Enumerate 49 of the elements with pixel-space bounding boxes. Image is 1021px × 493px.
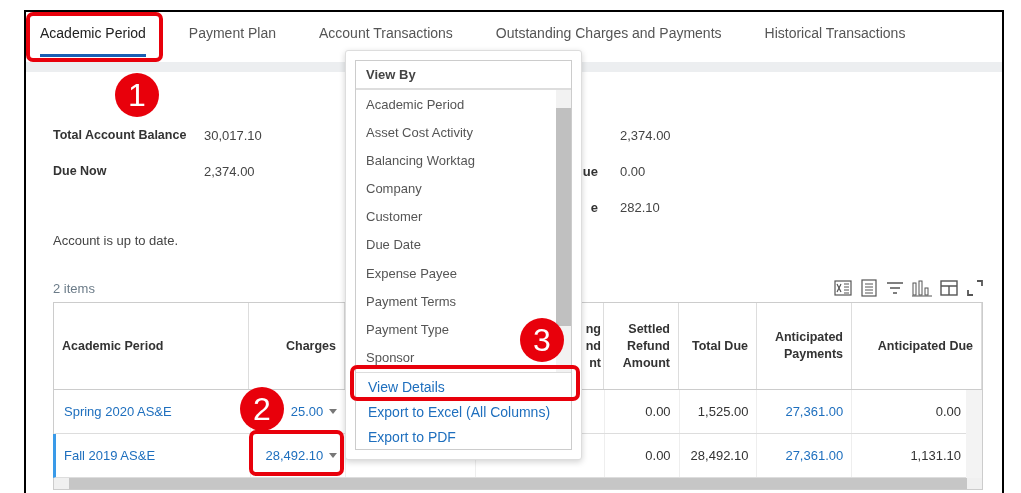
summary-value: 0.00 xyxy=(620,163,646,179)
item-count: 2 items xyxy=(53,280,95,296)
column-header: Settled Refund Amount xyxy=(622,320,670,372)
menu-item[interactable]: Company xyxy=(366,175,422,204)
table-cell: 1,131.10 xyxy=(910,448,961,463)
column-header: Anticipated Due xyxy=(877,337,973,355)
menu-item[interactable]: Asset Cost Activity xyxy=(366,119,473,148)
table-cell: 28,492.10 xyxy=(690,448,749,463)
menu-header: View By xyxy=(356,61,571,90)
summary-label: Due Now xyxy=(53,164,107,178)
menu-item[interactable]: Academic Period xyxy=(366,91,465,120)
menu-item[interactable]: Expense Payee xyxy=(366,259,458,288)
menu-item[interactable]: Payment Terms xyxy=(366,287,457,316)
tab[interactable]: Payment Plan xyxy=(188,12,276,57)
menu-item[interactable]: Payment Type xyxy=(366,315,449,344)
period-link[interactable]: Spring 2020 AS&E xyxy=(64,404,172,419)
charges-link[interactable]: 25.00 xyxy=(290,404,324,419)
menu-item[interactable]: Due Date xyxy=(366,231,421,260)
step-marker: 2 xyxy=(240,387,284,431)
summary-label: ue xyxy=(581,163,599,179)
menu-item[interactable]: Customer xyxy=(366,203,423,232)
step-marker: 1 xyxy=(115,73,159,117)
table-cell: 1,525.00 xyxy=(697,404,749,419)
charges-link[interactable]: 28,492.10 xyxy=(265,448,324,463)
tab[interactable]: Account Transactions xyxy=(319,12,453,57)
menu-action-link[interactable]: Export to Excel (All Columns) xyxy=(368,400,551,425)
summary-label: Total Account Balance xyxy=(53,128,187,142)
tab[interactable]: Outstanding Charges and Payments xyxy=(495,12,722,57)
tab[interactable]: Historical Transactions xyxy=(764,12,906,57)
summary-label: e xyxy=(589,199,599,215)
column-header: Total Due xyxy=(691,337,748,355)
table-cell: 0.00 xyxy=(935,404,961,419)
table-cell: 0.00 xyxy=(645,448,671,463)
payments-link[interactable]: 27,361.00 xyxy=(785,404,844,419)
summary-value: 30,017.10 xyxy=(204,127,262,143)
column-header: Charges xyxy=(285,337,336,355)
period-link[interactable]: Fall 2019 AS&E xyxy=(64,448,156,463)
summary-value: 282.10 xyxy=(620,199,660,215)
table-cell: 0.00 xyxy=(645,404,671,419)
summary-value: 2,374.00 xyxy=(620,127,671,143)
column-header: ng nd nt xyxy=(585,320,601,372)
column-header: Academic Period xyxy=(62,337,164,355)
payments-link[interactable]: 27,361.00 xyxy=(785,448,844,463)
column-header: Anticipated Payments xyxy=(774,329,843,363)
tab[interactable]: Academic Period xyxy=(40,12,146,57)
status-message: Account is up to date. xyxy=(53,233,179,248)
summary-value: 2,374.00 xyxy=(204,163,255,179)
menu-item[interactable]: Balancing Worktag xyxy=(366,147,475,176)
menu-item[interactable]: Sponsor xyxy=(366,343,415,372)
